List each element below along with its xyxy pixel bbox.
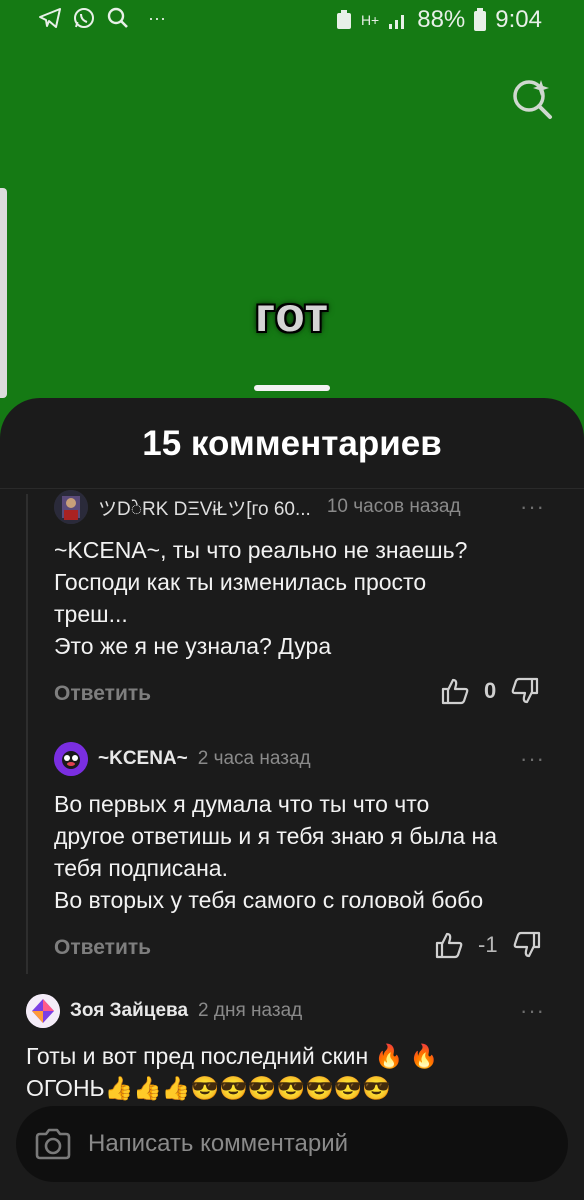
more-options-icon[interactable]: ···	[520, 746, 545, 772]
comment-header: Зоя Зайцева 2 дня назад	[26, 994, 302, 1028]
divider	[0, 488, 584, 489]
thumbs-up-icon[interactable]	[440, 676, 470, 706]
battery-icon	[474, 8, 487, 31]
thumbs-up-icon[interactable]	[434, 930, 464, 960]
thumbs-down-icon[interactable]	[510, 676, 540, 706]
comment-text: Готы и вот пред последний скин 🔥 🔥 ОГОНЬ…	[26, 1043, 439, 1101]
thumbs-down-icon[interactable]	[512, 930, 542, 960]
network-type: H+	[360, 12, 380, 28]
vote-score: 0	[484, 678, 497, 703]
avatar[interactable]	[54, 490, 88, 524]
video-caption: гот	[255, 289, 329, 342]
reply-button[interactable]: Ответить	[54, 682, 151, 706]
whatsapp-icon	[74, 8, 94, 28]
comment-text: ~KCENA~, ты что реально не знаешь? Госпо…	[54, 537, 468, 659]
comment-author[interactable]: ツDेRK DΞ͏VɨŁツ[го 60...	[98, 494, 311, 521]
recycle-icon	[336, 10, 351, 29]
telegram-icon	[39, 8, 61, 28]
vote-controls: -1	[434, 930, 542, 960]
search-icon	[107, 7, 128, 28]
more-options-icon[interactable]: ···	[520, 998, 545, 1024]
signal-icon	[389, 15, 405, 29]
comment-time: 2 дня назад	[198, 1000, 303, 1021]
search-spark-icon[interactable]	[510, 76, 554, 120]
comment-header: ~KCENA~ 2 часа назад	[54, 742, 311, 776]
clock: 9:04	[495, 6, 542, 33]
comment-time: 2 часа назад	[197, 748, 311, 769]
reply-thread-line	[26, 494, 28, 974]
status-right: H+ 88% 9:04	[335, 6, 542, 34]
comment-composer[interactable]: Написать комментарий	[16, 1106, 568, 1182]
battery-percent: 88%	[417, 6, 466, 33]
vote-controls: 0	[440, 676, 540, 706]
comment-text: Во первых я думала что ты что что другое…	[54, 791, 498, 913]
comments-sheet: 15 комментариев ツDेRK DΞ͏VɨŁツ[го 60... 1…	[0, 398, 584, 1200]
avatar[interactable]	[54, 742, 88, 776]
sheet-drag-handle[interactable]	[254, 385, 330, 391]
comment-author[interactable]: ~KCENA~	[98, 748, 188, 770]
status-bar: ··· H+ 88% 9:04	[0, 0, 584, 40]
comment-header: ツDेRK DΞ͏VɨŁツ[го 60... 10 часов назад	[54, 490, 461, 524]
more-dots-icon: ···	[148, 7, 166, 28]
status-left-icons: ···	[38, 6, 166, 30]
reply-button[interactable]: Ответить	[54, 936, 151, 960]
comment-time: 10 часов назад	[326, 496, 461, 517]
vote-score: -1	[478, 932, 498, 957]
comment-author[interactable]: Зоя Зайцева	[70, 1000, 188, 1022]
camera-icon[interactable]	[34, 1128, 72, 1160]
more-options-icon[interactable]: ···	[520, 494, 545, 520]
avatar[interactable]	[26, 994, 60, 1028]
comments-count-title: 15 комментариев	[142, 424, 442, 463]
comment-input-placeholder[interactable]: Написать комментарий	[88, 1130, 348, 1158]
